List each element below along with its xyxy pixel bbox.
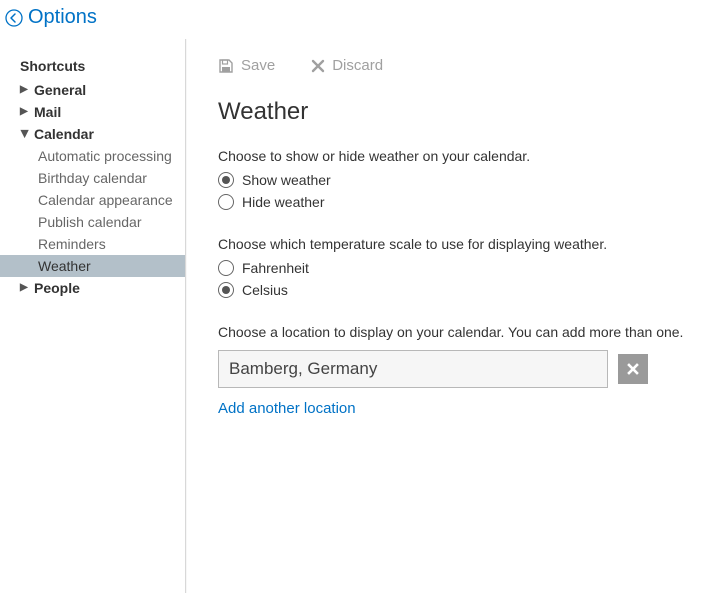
scale-description: Choose which temperature scale to use fo… [218,236,700,252]
location-group: Choose a location to display on your cal… [218,324,700,417]
radio-label: Fahrenheit [242,260,309,276]
show-hide-group: Choose to show or hide weather on your c… [218,148,700,210]
add-location-link[interactable]: Add another location [218,400,700,417]
save-icon [218,58,234,74]
caret-right-icon: ▶ [20,283,30,293]
radio-celsius[interactable]: Celsius [218,282,700,298]
sidebar-item-shortcuts[interactable]: Shortcuts [0,55,185,77]
back-arrow-icon [5,9,23,27]
location-description: Choose a location to display on your cal… [218,324,700,340]
sidebar-item-people[interactable]: ▶ People [0,277,185,299]
discard-button[interactable]: Discard [311,57,383,74]
radio-fahrenheit[interactable]: Fahrenheit [218,260,700,276]
location-row [218,350,700,388]
radio-label: Show weather [242,172,331,188]
save-button[interactable]: Save [218,57,275,74]
sidebar-sub-weather[interactable]: Weather [0,255,185,277]
radio-icon [218,194,234,210]
radio-show-weather[interactable]: Show weather [218,172,700,188]
main-content: Save Discard Weather Choose to show or h… [186,39,710,593]
section-title: Weather [218,98,700,126]
sidebar-item-general[interactable]: ▶ General [0,79,185,101]
page-title: Options [28,6,97,29]
radio-label: Celsius [242,282,288,298]
sidebar-item-label: General [34,82,86,98]
save-label: Save [241,57,275,74]
radio-icon [218,172,234,188]
show-hide-description: Choose to show or hide weather on your c… [218,148,700,164]
sidebar: Shortcuts ▶ General ▶ Mail ▶ Calendar Au… [0,39,186,593]
location-input[interactable] [218,350,608,388]
close-icon [626,362,640,376]
radio-label: Hide weather [242,194,325,210]
temperature-scale-group: Choose which temperature scale to use fo… [218,236,700,298]
caret-down-icon: ▶ [19,130,29,140]
discard-icon [311,59,325,73]
sidebar-sub-calendar-appearance[interactable]: Calendar appearance [0,189,185,211]
discard-label: Discard [332,57,383,74]
back-button[interactable] [4,8,24,28]
sidebar-sub-publish-calendar[interactable]: Publish calendar [0,211,185,233]
caret-right-icon: ▶ [20,85,30,95]
radio-icon [218,260,234,276]
header: Options [0,0,710,39]
body: Shortcuts ▶ General ▶ Mail ▶ Calendar Au… [0,39,710,593]
radio-hide-weather[interactable]: Hide weather [218,194,700,210]
sidebar-sub-automatic-processing[interactable]: Automatic processing [0,145,185,167]
remove-location-button[interactable] [618,354,648,384]
toolbar: Save Discard [218,57,700,74]
sidebar-item-calendar[interactable]: ▶ Calendar [0,123,185,145]
sidebar-item-label: People [34,280,80,296]
sidebar-sub-birthday-calendar[interactable]: Birthday calendar [0,167,185,189]
caret-right-icon: ▶ [20,107,30,117]
radio-icon [218,282,234,298]
sidebar-item-mail[interactable]: ▶ Mail [0,101,185,123]
sidebar-sub-reminders[interactable]: Reminders [0,233,185,255]
sidebar-item-label: Calendar [34,126,94,142]
sidebar-item-label: Mail [34,104,61,120]
